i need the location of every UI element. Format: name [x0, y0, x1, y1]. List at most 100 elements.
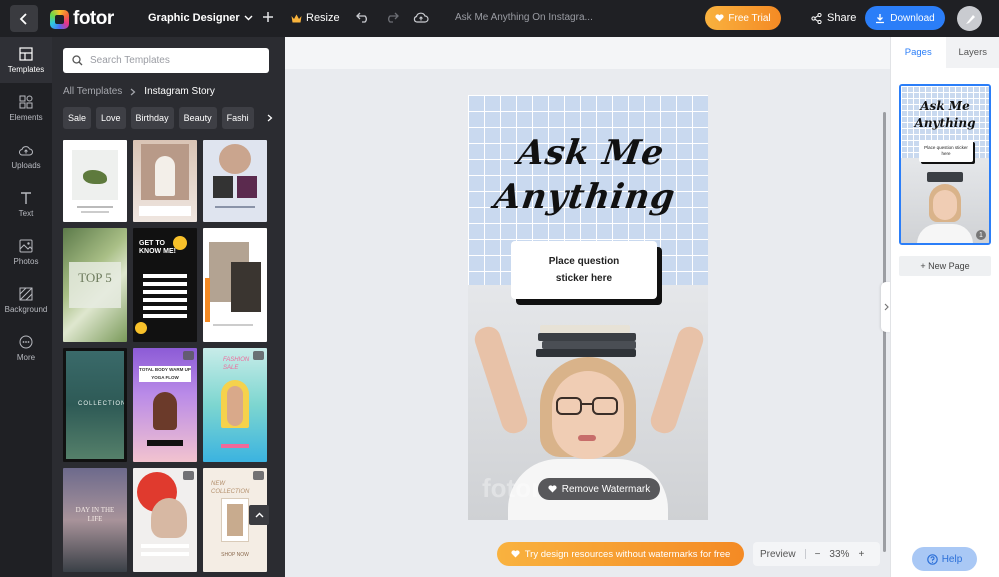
- nav-templates[interactable]: Templates: [0, 37, 52, 83]
- zoom-separator: [804, 549, 806, 559]
- thumb-headline-line2: Anything: [914, 116, 976, 130]
- remove-watermark-button[interactable]: Remove Watermark: [538, 478, 660, 500]
- nav-more[interactable]: More: [0, 325, 52, 371]
- nav-more-label: More: [16, 352, 36, 362]
- template-thumb[interactable]: GET TO KNOW ME!: [133, 228, 197, 342]
- nav-background[interactable]: Background: [0, 277, 52, 323]
- page-number-badge: 1: [976, 230, 986, 240]
- background-icon: [19, 287, 33, 300]
- chip-fashion[interactable]: Fashi: [221, 107, 254, 129]
- chevron-right-icon: [130, 88, 136, 95]
- redo-icon[interactable]: [385, 10, 399, 26]
- chevron-up-icon: [255, 512, 263, 518]
- search-input[interactable]: [90, 55, 260, 66]
- canvas-top-strip: [285, 37, 890, 69]
- nav-photos-label: Photos: [13, 256, 39, 266]
- more-icon: [19, 335, 33, 348]
- heart-icon: [715, 14, 724, 22]
- thumb-day-in-life-text: DAY IN THE LIFE: [75, 506, 115, 523]
- download-label: Download: [890, 12, 935, 24]
- thumb-sticker-text: Place question sticker here: [919, 140, 973, 162]
- share-button[interactable]: Share: [811, 12, 856, 24]
- promo-text: Try design resources without watermarks …: [524, 548, 731, 560]
- free-trial-label: Free Trial: [728, 12, 771, 24]
- nav-text-label: Text: [18, 208, 34, 218]
- template-thumb[interactable]: [63, 140, 127, 222]
- chip-birthday[interactable]: Birthday: [130, 107, 174, 129]
- search-box[interactable]: [63, 48, 269, 73]
- design-canvas[interactable]: Ask Me Anything Place question sticker h…: [468, 95, 708, 520]
- thumb-yoga-text: TOTAL BODY WARM UP YOGA FLOW: [139, 366, 191, 382]
- nav-uploads-label: Uploads: [11, 160, 41, 170]
- upload-icon: [19, 145, 33, 155]
- remove-watermark-label: Remove Watermark: [561, 483, 651, 495]
- user-avatar-icon: [965, 14, 975, 24]
- left-nav: Templates Elements Uploads Text Photos B…: [0, 37, 52, 577]
- chip-sale[interactable]: Sale: [63, 107, 92, 129]
- headline-text[interactable]: Ask Me Anything: [468, 131, 708, 219]
- watermark-text: fotor: [482, 473, 542, 503]
- preview-button[interactable]: Preview: [760, 549, 796, 560]
- premium-crown-icon: [253, 471, 264, 480]
- add-icon[interactable]: [262, 10, 274, 26]
- template-thumb[interactable]: [203, 228, 267, 342]
- chips-scroll-right[interactable]: [257, 107, 273, 129]
- scroll-to-top-button[interactable]: [249, 505, 269, 525]
- tab-layers[interactable]: Layers: [945, 37, 999, 68]
- text-icon: [21, 191, 31, 204]
- template-thumb[interactable]: [133, 468, 197, 572]
- chip-love[interactable]: Love: [96, 107, 126, 129]
- template-thumb[interactable]: [203, 140, 267, 222]
- watermark-promo-banner[interactable]: Try design resources without watermarks …: [497, 542, 744, 566]
- premium-crown-icon: [183, 471, 194, 480]
- elements-icon: [19, 95, 33, 108]
- template-thumb[interactable]: FASHION SALE: [203, 348, 267, 462]
- right-panel: Pages Layers Ask Me Anything Place quest…: [890, 37, 999, 577]
- fotor-logo-icon: [50, 9, 69, 29]
- breadcrumb: All Templates Instagram Story: [63, 86, 215, 97]
- doc-type-dropdown[interactable]: Graphic Designer: [148, 12, 253, 24]
- tab-pages[interactable]: Pages: [891, 37, 946, 68]
- chip-beauty[interactable]: Beauty: [178, 107, 217, 129]
- template-thumb[interactable]: COLLECTION: [63, 348, 127, 462]
- template-thumb[interactable]: TOTAL BODY WARM UP YOGA FLOW: [133, 348, 197, 462]
- resize-button[interactable]: Resize: [291, 12, 340, 24]
- question-sticker-placeholder[interactable]: Place question sticker here: [511, 241, 657, 299]
- nav-uploads[interactable]: Uploads: [0, 133, 52, 179]
- logo-text: fotor: [73, 8, 114, 29]
- vertical-scrollbar[interactable]: [883, 112, 886, 552]
- nav-elements[interactable]: Elements: [0, 85, 52, 131]
- share-icon: [811, 12, 822, 24]
- breadcrumb-current: Instagram Story: [144, 86, 215, 97]
- document-title[interactable]: Ask Me Anything On Instagra...: [455, 12, 593, 23]
- page-thumbnail[interactable]: Ask Me Anything Place question sticker h…: [899, 84, 991, 245]
- zoom-out-button[interactable]: −: [815, 549, 821, 560]
- download-icon: [876, 13, 885, 23]
- zoom-level[interactable]: 33%: [829, 549, 849, 560]
- headline-line2: Anything: [491, 177, 679, 217]
- zoom-bar: Preview − 33% +: [753, 542, 880, 566]
- new-page-button[interactable]: + New Page: [899, 256, 991, 276]
- template-thumb[interactable]: [133, 140, 197, 222]
- help-label: Help: [941, 553, 963, 565]
- zoom-in-button[interactable]: +: [858, 549, 864, 560]
- chevron-left-icon: [19, 12, 27, 25]
- nav-text[interactable]: Text: [0, 181, 52, 227]
- cloud-save-icon[interactable]: [413, 10, 429, 26]
- thumb-fashion-sale-text: FASHION SALE: [223, 357, 250, 371]
- help-button[interactable]: Help: [912, 547, 977, 571]
- template-thumb[interactable]: DAY IN THE LIFE: [63, 468, 127, 572]
- template-thumb[interactable]: TOP 5: [63, 228, 127, 342]
- top-bar: fotor Graphic Designer Resize Ask Me Any…: [0, 0, 999, 37]
- breadcrumb-all-templates[interactable]: All Templates: [63, 86, 122, 97]
- undo-icon[interactable]: [356, 10, 370, 26]
- download-button[interactable]: Download: [865, 6, 945, 30]
- back-button[interactable]: [10, 5, 38, 32]
- free-trial-button[interactable]: Free Trial: [705, 6, 781, 30]
- thumb-shop-now-text: SHOP NOW: [221, 552, 249, 558]
- heart-icon: [548, 485, 557, 493]
- crown-icon: [291, 14, 302, 22]
- nav-photos[interactable]: Photos: [0, 229, 52, 275]
- user-avatar[interactable]: [957, 6, 982, 31]
- fotor-logo[interactable]: fotor: [50, 8, 114, 30]
